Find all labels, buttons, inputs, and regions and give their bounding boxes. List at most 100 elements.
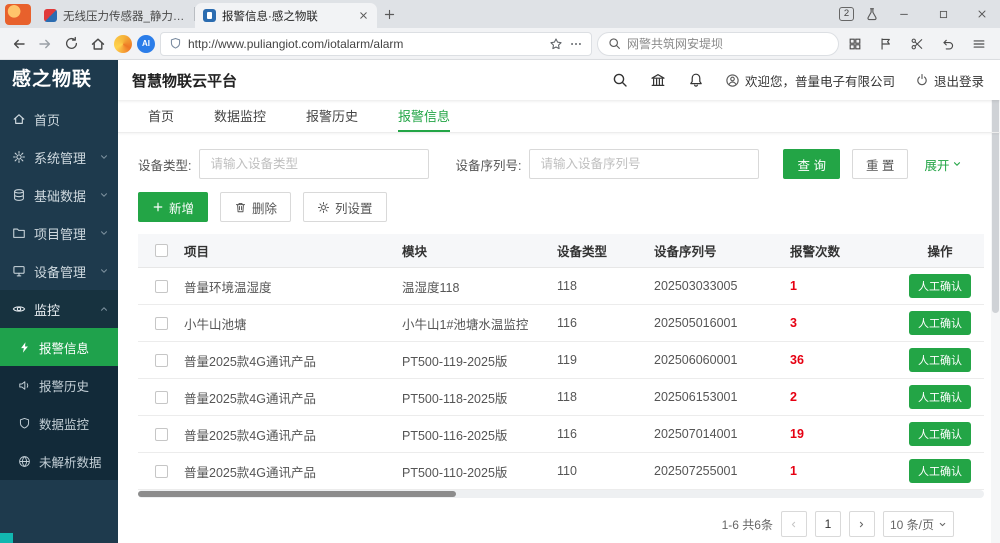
sidebar-item-device[interactable]: 设备管理 [0,252,118,290]
sidebar-item-label: 报警历史 [39,376,89,395]
horizontal-scrollbar-thumb[interactable] [138,491,456,497]
pagination-summary: 1-6 共6条 [722,516,773,533]
prev-page-button[interactable] [781,511,807,537]
home-icon[interactable] [88,32,110,56]
welcome-user[interactable]: 欢迎您，普量电子有限公司 [725,71,895,90]
manual-confirm-button[interactable]: 人工确认 [909,422,971,446]
flag-icon[interactable] [875,32,897,56]
serial-input[interactable] [529,149,759,179]
alarm-table: 项目 模块 设备类型 设备序列号 报警次数 操作 普量环境温湿度 温湿度118 … [138,234,984,498]
bell-icon[interactable] [687,71,705,89]
device-type-input[interactable] [199,149,429,179]
sidebar-item-project[interactable]: 项目管理 [0,214,118,252]
col-alarm-count: 报警次数 [790,241,896,260]
bookmark-star-icon[interactable] [549,37,563,51]
tab-alarm-history[interactable]: 报警历史 [306,100,358,132]
cell-module: PT500-116-2025版 [402,425,557,444]
monitor-submenu: 报警信息 报警历史 数据监控 未解析数据 [0,328,118,480]
sidebar-item-label: 系统管理 [34,148,86,167]
sidebar-item-alarm-info[interactable]: 报警信息 [0,328,118,366]
next-page-button[interactable] [849,511,875,537]
search-button[interactable]: 查 询 [783,149,839,179]
more-options-icon[interactable] [569,37,583,51]
row-checkbox[interactable] [155,317,168,330]
tab-home[interactable]: 首页 [148,100,174,132]
manual-confirm-button[interactable]: 人工确认 [909,274,971,298]
new-tab-button[interactable] [377,2,401,26]
column-settings-button[interactable]: 列设置 [303,192,387,222]
cell-device-type: 118 [557,390,654,404]
row-checkbox[interactable] [155,465,168,478]
toolbar-row: 新增 删除 列设置 [138,192,984,222]
url-input[interactable] [188,37,543,51]
sidebar-item-label: 基础数据 [34,186,86,205]
apps-grid-icon[interactable] [844,32,866,56]
cell-serial: 202505016001 [654,316,790,330]
undo-icon[interactable] [937,32,959,56]
cell-device-type: 118 [557,279,654,293]
cell-device-type: 110 [557,464,654,478]
header-actions: 欢迎您，普量电子有限公司 退出登录 [611,71,984,90]
app-logo: 感之物联 [0,60,118,100]
add-button[interactable]: 新增 [138,192,208,222]
sidebar-item-label: 报警信息 [39,338,89,357]
manual-confirm-button[interactable]: 人工确认 [909,348,971,372]
back-icon[interactable] [8,32,30,56]
row-checkbox[interactable] [155,428,168,441]
chevron-down-icon [99,228,109,238]
sidebar-item-monitor[interactable]: 监控 [0,290,118,328]
flask-icon[interactable] [865,7,879,21]
site-shield-icon[interactable] [169,37,182,50]
browser-search-input[interactable] [627,37,828,51]
browser-search-box[interactable] [597,32,839,56]
search-icon[interactable] [611,71,629,89]
refresh-icon[interactable] [61,32,83,56]
browser-tab-2[interactable]: 报警信息·感之物联 [195,3,377,28]
cell-project: 普量2025款4G通讯产品 [184,388,402,407]
page-size-select[interactable]: 10 条/页 [883,511,954,537]
add-label: 新增 [169,198,194,217]
scissors-icon[interactable] [906,32,928,56]
cell-serial: 202503033005 [654,279,790,293]
sidebar-item-home[interactable]: 首页 [0,100,118,138]
manual-confirm-button[interactable]: 人工确认 [909,311,971,335]
sidebar-item-data-monitor[interactable]: 数据监控 [0,404,118,442]
sidebar-item-alarm-history[interactable]: 报警历史 [0,366,118,404]
page-number-button[interactable]: 1 [815,511,841,537]
tab-close-icon[interactable] [358,10,369,21]
welcome-text: 欢迎您，普量电子有限公司 [745,71,895,90]
browser-logo-icon[interactable] [5,4,31,25]
horizontal-scrollbar[interactable] [138,490,984,498]
extension-orange-icon[interactable] [114,35,132,53]
sidebar-item-system[interactable]: 系统管理 [0,138,118,176]
maximize-button[interactable] [929,2,957,26]
sidebar-item-basedata[interactable]: 基础数据 [0,176,118,214]
forward-icon[interactable] [35,32,57,56]
sidebar-item-unparsed-data[interactable]: 未解析数据 [0,442,118,480]
row-checkbox[interactable] [155,354,168,367]
select-all-checkbox[interactable] [155,244,168,257]
expand-toggle[interactable]: 展开 [924,155,962,174]
extension-ai-icon[interactable]: AI [137,35,155,53]
browser-tab-1[interactable]: 无线压力传感器_静力水准仪.. [36,3,194,28]
logout-button[interactable]: 退出登录 [915,71,984,90]
tab-alarm-info[interactable]: 报警信息 [398,100,450,132]
minimize-button[interactable] [890,2,918,26]
close-button[interactable] [968,2,996,26]
bank-icon[interactable] [649,71,667,89]
reset-button[interactable]: 重 置 [852,149,908,179]
row-checkbox[interactable] [155,391,168,404]
sidebar-item-label: 项目管理 [34,224,86,243]
tab-data-monitor[interactable]: 数据监控 [214,100,266,132]
menu-icon[interactable] [968,32,990,56]
delete-button[interactable]: 删除 [220,192,291,222]
address-bar[interactable] [160,32,592,56]
sidebar: 感之物联 首页 系统管理 基础数据 项目管理 设 [0,60,118,543]
manual-confirm-button[interactable]: 人工确认 [909,385,971,409]
tab-count-badge[interactable]: 2 [839,7,854,21]
row-checkbox[interactable] [155,280,168,293]
browser-tab-strip: 无线压力传感器_静力水准仪.. 报警信息·感之物联 2 [0,0,1000,28]
chevron-up-icon [99,304,109,314]
cell-module: PT500-119-2025版 [402,351,557,370]
manual-confirm-button[interactable]: 人工确认 [909,459,971,483]
